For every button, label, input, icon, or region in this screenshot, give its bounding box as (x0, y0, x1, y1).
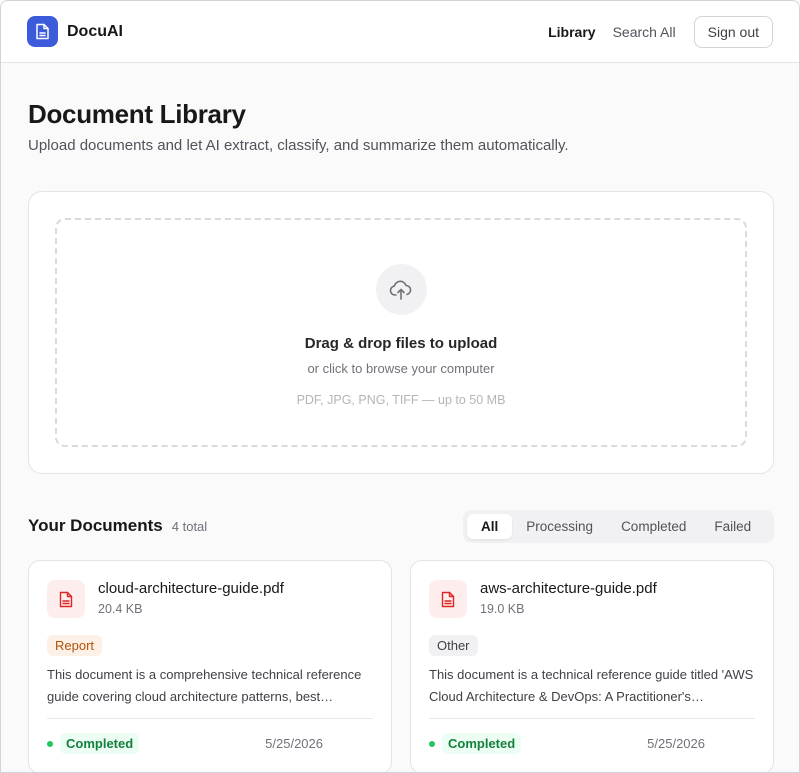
dropzone-title: Drag & drop files to upload (304, 335, 498, 352)
document-card[interactable]: cloud-architecture-guide.pdf 20.4 KB Rep… (28, 560, 392, 772)
dropzone-subtitle: or click to browse your computer (307, 361, 495, 376)
status-dot-icon (429, 740, 435, 747)
nav-library[interactable]: Library (548, 24, 595, 40)
filter-failed[interactable]: Failed (700, 514, 765, 539)
document-type-badge: Report (47, 635, 103, 656)
brand[interactable]: DocuAI (27, 16, 123, 47)
upload-card: Drag & drop files to upload or click to … (28, 191, 774, 474)
status-badge: Completed (442, 733, 522, 754)
documents-header: Your Documents 4 total (28, 516, 207, 536)
filter-completed[interactable]: Completed (607, 514, 700, 539)
documents-heading: Your Documents (28, 516, 163, 535)
document-date: 5/25/2026 (647, 736, 705, 751)
brand-name: DocuAI (67, 22, 123, 40)
document-type-badge: Other (429, 635, 478, 656)
document-date: 5/25/2026 (265, 736, 323, 751)
filter-processing[interactable]: Processing (512, 514, 607, 539)
file-icon (429, 580, 467, 618)
nav-search-all[interactable]: Search All (613, 24, 676, 40)
document-summary: This document is a comprehensive technic… (47, 667, 362, 704)
document-size: 20.4 KB (98, 602, 143, 616)
main-nav: Library Search All Sign out (531, 15, 773, 48)
document-card[interactable]: aws-architecture-guide.pdf 19.0 KB Other… (410, 560, 774, 772)
document-name: cloud-architecture-guide.pdf (98, 580, 284, 597)
status-filter-tabs: All Processing Completed Failed (463, 510, 774, 543)
file-icon (47, 580, 85, 618)
card-divider (429, 718, 755, 719)
status-badge: Completed (60, 733, 140, 754)
page-title: Document Library (28, 99, 246, 129)
page-subtitle: Upload documents and let AI extract, cla… (28, 137, 569, 154)
documents-count: 4 total (171, 519, 208, 534)
status-dot-icon (47, 740, 53, 747)
card-divider (47, 718, 373, 719)
dropzone-file-hint: PDF, JPG, PNG, TIFF — up to 50 MB (296, 393, 506, 407)
document-status: Completed (47, 733, 140, 754)
document-logo-icon (27, 16, 58, 47)
cloud-upload-icon (375, 264, 427, 315)
upload-dropzone[interactable]: Drag & drop files to upload or click to … (55, 218, 747, 447)
document-name: aws-architecture-guide.pdf (480, 580, 657, 597)
top-header: DocuAI Library Search All Sign out (1, 1, 799, 63)
sign-out-button[interactable]: Sign out (693, 15, 773, 48)
document-summary: This document is a technical reference g… (429, 667, 754, 704)
document-size: 19.0 KB (480, 602, 525, 616)
app-window: DocuAI Library Search All Sign out Docum… (0, 0, 800, 773)
filter-all[interactable]: All (467, 514, 513, 539)
document-status: Completed (429, 733, 522, 754)
